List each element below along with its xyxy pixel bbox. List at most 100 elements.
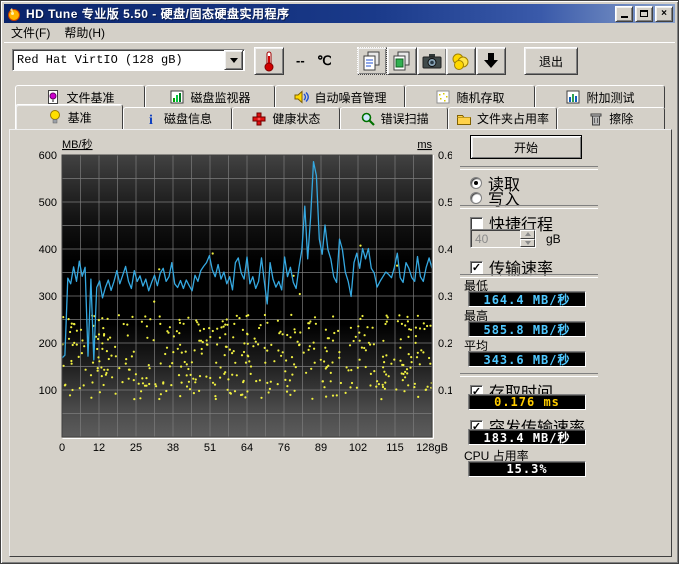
- svg-text:0.50: 0.50: [438, 197, 452, 209]
- copy-text-icon: [360, 49, 384, 73]
- svg-text:300: 300: [39, 291, 57, 303]
- avg-value-display: 343.6 MB/秒: [468, 351, 586, 367]
- disk-monitor-icon: [169, 89, 185, 105]
- svg-text:400: 400: [39, 244, 57, 256]
- copy-image-icon: [390, 49, 414, 73]
- cpu-usage-value-display: 15.3%: [468, 461, 586, 477]
- exit-button-label: 退出: [539, 53, 563, 70]
- menu-item-0[interactable]: 文件(F): [4, 22, 57, 43]
- acoustic-management-icon: [293, 89, 309, 105]
- start-button-label: 开始: [514, 139, 538, 156]
- tab-back-4-extra-tests[interactable]: 附加测试: [535, 85, 665, 108]
- tab-label: 自动噪音管理: [314, 89, 386, 106]
- menu-item-1[interactable]: 帮助(H): [57, 22, 112, 43]
- tab-3-error-scan[interactable]: 错误扫描: [340, 107, 448, 129]
- tab-1-disk-info[interactable]: i 磁盘信息: [123, 107, 231, 129]
- svg-text:0.40: 0.40: [438, 244, 452, 256]
- benchmark-panel: MB/秒ms6005004003002001000.600.500.400.30…: [9, 129, 672, 557]
- tab-label: 随机存取: [456, 89, 504, 106]
- close-icon: ×: [661, 8, 667, 19]
- burst-rate-value-display: 183.4 MB/秒: [468, 429, 586, 445]
- svg-text:51: 51: [204, 442, 216, 454]
- copy-image-button[interactable]: [387, 47, 417, 75]
- svg-text:0.30: 0.30: [438, 291, 452, 303]
- svg-text:128gB: 128gB: [416, 442, 448, 454]
- title-bar: HD Tune 专业版 5.50 - 硬盘/固态硬盘实用程序 ×: [4, 4, 675, 23]
- svg-text:25: 25: [130, 442, 142, 454]
- svg-text:0: 0: [59, 442, 65, 454]
- tab-back-2-acoustic-management[interactable]: 自动噪音管理: [275, 85, 405, 108]
- app-icon: [6, 6, 22, 22]
- separator: [460, 373, 598, 377]
- tab-4-folder-usage[interactable]: 文件夹占用率: [448, 107, 556, 129]
- svg-text:100: 100: [39, 385, 57, 397]
- donate-icon: [449, 49, 473, 73]
- temperature-button[interactable]: [254, 47, 284, 75]
- svg-text:115: 115: [386, 442, 404, 454]
- maximize-button[interactable]: [635, 6, 653, 22]
- spinner-buttons[interactable]: [520, 230, 535, 247]
- random-access-icon: [435, 89, 451, 105]
- svg-text:200: 200: [39, 338, 57, 350]
- minimize-button[interactable]: [615, 6, 633, 22]
- drive-select-dropdown-button[interactable]: [224, 50, 243, 70]
- erase-icon: [588, 111, 604, 127]
- error-scan-icon: [360, 111, 376, 127]
- donate-button[interactable]: [446, 47, 476, 75]
- svg-text:12: 12: [93, 442, 105, 454]
- toolbar: Red Hat VirtIO (128 gB) -- ℃ 退出: [4, 43, 675, 81]
- tab-back-1-disk-monitor[interactable]: 磁盘监视器: [145, 85, 275, 108]
- dropdown-arrow-icon: [230, 58, 238, 63]
- maximize-icon: [640, 10, 648, 17]
- save-icon: [479, 49, 503, 73]
- tab-label: 文件夹占用率: [477, 110, 549, 127]
- access-time-value-display: 0.176 ms: [468, 394, 586, 410]
- screenshot-button[interactable]: [417, 47, 447, 75]
- tab-back-3-random-access[interactable]: 随机存取: [405, 85, 535, 108]
- extra-tests-icon: [565, 89, 581, 105]
- svg-text:102: 102: [349, 442, 367, 454]
- svg-text:ms: ms: [417, 139, 432, 151]
- exit-button[interactable]: 退出: [524, 47, 578, 75]
- temperature-icon: [257, 49, 281, 73]
- tab-label: 文件基准: [66, 89, 114, 106]
- screenshot-icon: [420, 49, 444, 73]
- window-title: HD Tune 专业版 5.50 - 硬盘/固态硬盘实用程序: [26, 5, 613, 22]
- svg-text:0.60: 0.60: [438, 150, 452, 162]
- tab-label: 磁盘信息: [164, 110, 212, 127]
- svg-text:0.10: 0.10: [438, 385, 452, 397]
- separator: [460, 166, 598, 170]
- health-icon: [251, 111, 267, 127]
- short-stroke-unit: gB: [546, 232, 561, 246]
- max-value-display: 585.8 MB/秒: [468, 321, 586, 337]
- temperature-value: --: [296, 53, 305, 68]
- tab-label: 磁盘监视器: [190, 89, 250, 106]
- start-button[interactable]: 开始: [470, 135, 582, 159]
- copy-text-button[interactable]: [357, 47, 387, 75]
- hd-tune-window: HD Tune 专业版 5.50 - 硬盘/固态硬盘实用程序 × 文件(F)帮助…: [0, 0, 679, 564]
- separator: [460, 205, 598, 209]
- close-button[interactable]: ×: [655, 6, 673, 22]
- tab-row-primary: 基准 i 磁盘信息 健康状态错误扫描 文件夹占用率擦除: [15, 107, 665, 129]
- tab-0-benchmark[interactable]: 基准: [15, 104, 123, 129]
- disk-info-icon: i: [143, 111, 159, 127]
- svg-text:600: 600: [39, 150, 57, 162]
- save-button[interactable]: [476, 47, 506, 75]
- svg-text:76: 76: [278, 442, 290, 454]
- drive-select[interactable]: Red Hat VirtIO (128 gB): [12, 49, 245, 71]
- short-stroke-spinner[interactable]: 40: [470, 229, 536, 248]
- spinner-down-icon: [525, 241, 531, 245]
- spinner-down-button[interactable]: [520, 239, 535, 248]
- benchmark-chart: MB/秒ms6005004003002001000.600.500.400.30…: [36, 132, 452, 468]
- tab-2-health[interactable]: 健康状态: [232, 107, 340, 129]
- svg-text:38: 38: [167, 442, 179, 454]
- spinner-up-button[interactable]: [520, 230, 535, 239]
- benchmark-chart-svg: MB/秒ms6005004003002001000.600.500.400.30…: [36, 132, 452, 468]
- tab-label: 附加测试: [586, 89, 634, 106]
- min-value-display: 164.4 MB/秒: [468, 291, 586, 307]
- benchmark-icon: [47, 109, 63, 125]
- svg-text:0.20: 0.20: [438, 338, 452, 350]
- tab-5-erase[interactable]: 擦除: [557, 107, 665, 129]
- tab-label: 基准: [68, 109, 92, 126]
- temperature-unit: ℃: [317, 53, 332, 69]
